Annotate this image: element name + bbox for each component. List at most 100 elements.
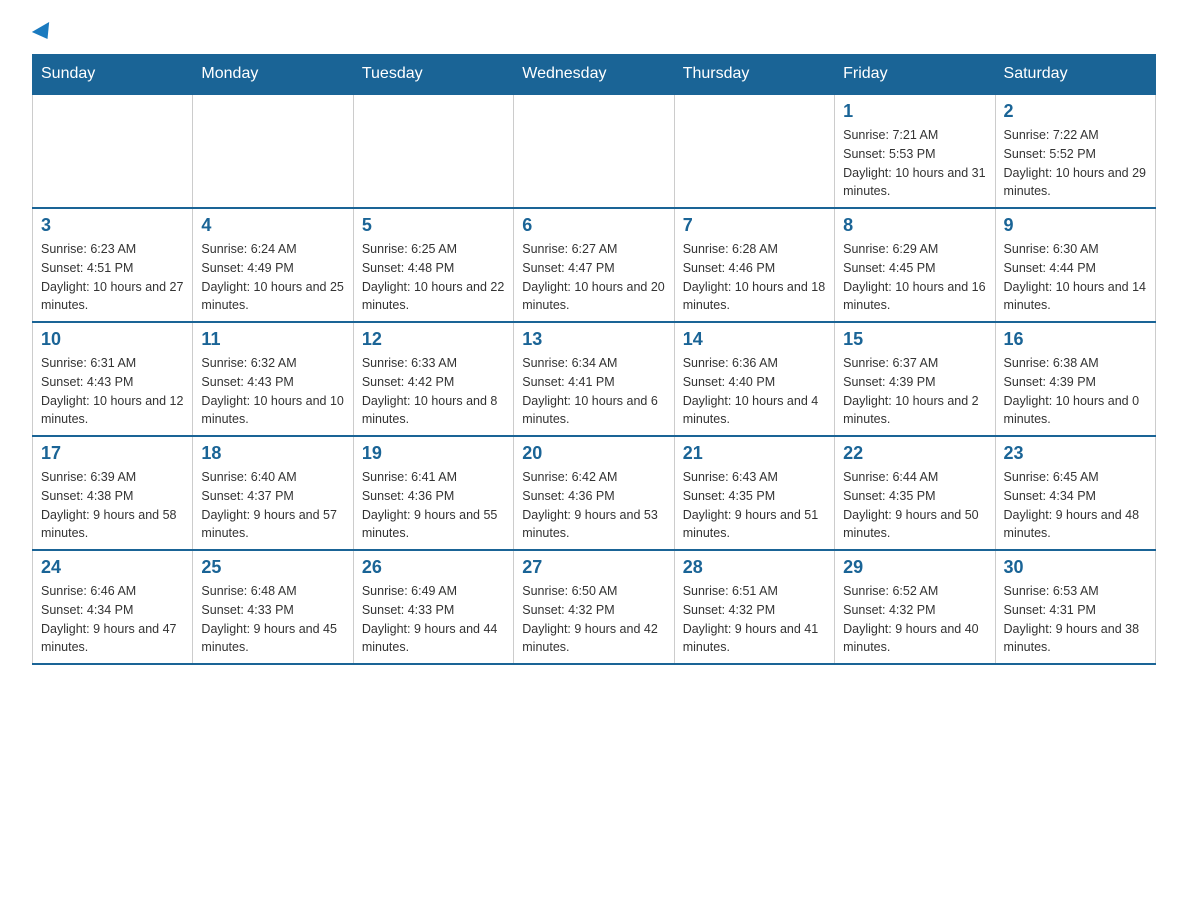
calendar-cell: 12 Sunrise: 6:33 AMSunset: 4:42 PMDayligh… xyxy=(353,322,513,436)
header-saturday: Saturday xyxy=(995,55,1155,95)
header-thursday: Thursday xyxy=(674,55,834,95)
day-info: Sunrise: 6:36 AMSunset: 4:40 PMDaylight:… xyxy=(683,354,826,429)
header-tuesday: Tuesday xyxy=(353,55,513,95)
day-number: 5 xyxy=(362,215,505,236)
day-info: Sunrise: 6:52 AMSunset: 4:32 PMDaylight:… xyxy=(843,582,986,657)
day-info: Sunrise: 7:22 AMSunset: 5:52 PMDaylight:… xyxy=(1004,126,1147,201)
calendar-cell: 14 Sunrise: 6:36 AMSunset: 4:40 PMDayligh… xyxy=(674,322,834,436)
day-info: Sunrise: 6:29 AMSunset: 4:45 PMDaylight:… xyxy=(843,240,986,315)
calendar-cell xyxy=(674,94,834,208)
page-header xyxy=(32,24,1156,36)
calendar-cell: 30 Sunrise: 6:53 AMSunset: 4:31 PMDayligh… xyxy=(995,550,1155,664)
day-number: 2 xyxy=(1004,101,1147,122)
calendar-cell: 10 Sunrise: 6:31 AMSunset: 4:43 PMDayligh… xyxy=(33,322,193,436)
day-number: 23 xyxy=(1004,443,1147,464)
day-info: Sunrise: 6:40 AMSunset: 4:37 PMDaylight:… xyxy=(201,468,344,543)
day-number: 9 xyxy=(1004,215,1147,236)
calendar-cell: 29 Sunrise: 6:52 AMSunset: 4:32 PMDayligh… xyxy=(835,550,995,664)
header-sunday: Sunday xyxy=(33,55,193,95)
header-friday: Friday xyxy=(835,55,995,95)
logo xyxy=(32,24,54,36)
calendar-cell: 23 Sunrise: 6:45 AMSunset: 4:34 PMDayligh… xyxy=(995,436,1155,550)
calendar-cell xyxy=(33,94,193,208)
calendar-cell: 3 Sunrise: 6:23 AMSunset: 4:51 PMDaylight… xyxy=(33,208,193,322)
day-number: 6 xyxy=(522,215,665,236)
day-info: Sunrise: 6:50 AMSunset: 4:32 PMDaylight:… xyxy=(522,582,665,657)
calendar-cell: 11 Sunrise: 6:32 AMSunset: 4:43 PMDayligh… xyxy=(193,322,353,436)
calendar-table: SundayMondayTuesdayWednesdayThursdayFrid… xyxy=(32,54,1156,665)
day-number: 19 xyxy=(362,443,505,464)
calendar-cell: 27 Sunrise: 6:50 AMSunset: 4:32 PMDayligh… xyxy=(514,550,674,664)
day-info: Sunrise: 6:41 AMSunset: 4:36 PMDaylight:… xyxy=(362,468,505,543)
day-info: Sunrise: 6:31 AMSunset: 4:43 PMDaylight:… xyxy=(41,354,184,429)
day-info: Sunrise: 6:24 AMSunset: 4:49 PMDaylight:… xyxy=(201,240,344,315)
day-number: 15 xyxy=(843,329,986,350)
day-info: Sunrise: 6:49 AMSunset: 4:33 PMDaylight:… xyxy=(362,582,505,657)
day-info: Sunrise: 6:37 AMSunset: 4:39 PMDaylight:… xyxy=(843,354,986,429)
calendar-cell: 28 Sunrise: 6:51 AMSunset: 4:32 PMDayligh… xyxy=(674,550,834,664)
day-info: Sunrise: 6:32 AMSunset: 4:43 PMDaylight:… xyxy=(201,354,344,429)
calendar-cell: 13Sunrise: 6:34 AMSunset: 4:41 PMDayligh… xyxy=(514,322,674,436)
day-info: Sunrise: 6:46 AMSunset: 4:34 PMDaylight:… xyxy=(41,582,184,657)
calendar-cell: 19 Sunrise: 6:41 AMSunset: 4:36 PMDayligh… xyxy=(353,436,513,550)
calendar-week-row: 1 Sunrise: 7:21 AMSunset: 5:53 PMDaylight… xyxy=(33,94,1156,208)
day-info: Sunrise: 6:28 AMSunset: 4:46 PMDaylight:… xyxy=(683,240,826,315)
day-info: Sunrise: 6:45 AMSunset: 4:34 PMDaylight:… xyxy=(1004,468,1147,543)
day-info: Sunrise: 6:53 AMSunset: 4:31 PMDaylight:… xyxy=(1004,582,1147,657)
day-number: 16 xyxy=(1004,329,1147,350)
calendar-cell: 15 Sunrise: 6:37 AMSunset: 4:39 PMDayligh… xyxy=(835,322,995,436)
calendar-cell: 21Sunrise: 6:43 AMSunset: 4:35 PMDayligh… xyxy=(674,436,834,550)
day-number: 25 xyxy=(201,557,344,578)
calendar-cell: 6 Sunrise: 6:27 AMSunset: 4:47 PMDaylight… xyxy=(514,208,674,322)
day-info: Sunrise: 6:38 AMSunset: 4:39 PMDaylight:… xyxy=(1004,354,1147,429)
day-number: 24 xyxy=(41,557,184,578)
day-number: 12 xyxy=(362,329,505,350)
calendar-cell xyxy=(353,94,513,208)
day-number: 10 xyxy=(41,329,184,350)
day-info: Sunrise: 6:51 AMSunset: 4:32 PMDaylight:… xyxy=(683,582,826,657)
calendar-week-row: 10 Sunrise: 6:31 AMSunset: 4:43 PMDayligh… xyxy=(33,322,1156,436)
day-info: Sunrise: 6:48 AMSunset: 4:33 PMDaylight:… xyxy=(201,582,344,657)
calendar-header-row: SundayMondayTuesdayWednesdayThursdayFrid… xyxy=(33,55,1156,95)
day-info: Sunrise: 6:39 AMSunset: 4:38 PMDaylight:… xyxy=(41,468,184,543)
calendar-cell: 5 Sunrise: 6:25 AMSunset: 4:48 PMDaylight… xyxy=(353,208,513,322)
calendar-cell: 9 Sunrise: 6:30 AMSunset: 4:44 PMDaylight… xyxy=(995,208,1155,322)
day-info: Sunrise: 6:43 AMSunset: 4:35 PMDaylight:… xyxy=(683,468,826,543)
calendar-week-row: 24 Sunrise: 6:46 AMSunset: 4:34 PMDayligh… xyxy=(33,550,1156,664)
day-number: 4 xyxy=(201,215,344,236)
day-info: Sunrise: 6:23 AMSunset: 4:51 PMDaylight:… xyxy=(41,240,184,315)
day-info: Sunrise: 6:44 AMSunset: 4:35 PMDaylight:… xyxy=(843,468,986,543)
calendar-cell: 26 Sunrise: 6:49 AMSunset: 4:33 PMDayligh… xyxy=(353,550,513,664)
calendar-cell: 20 Sunrise: 6:42 AMSunset: 4:36 PMDayligh… xyxy=(514,436,674,550)
day-number: 27 xyxy=(522,557,665,578)
day-info: Sunrise: 6:42 AMSunset: 4:36 PMDaylight:… xyxy=(522,468,665,543)
day-number: 14 xyxy=(683,329,826,350)
calendar-cell: 25 Sunrise: 6:48 AMSunset: 4:33 PMDayligh… xyxy=(193,550,353,664)
day-number: 20 xyxy=(522,443,665,464)
day-number: 11 xyxy=(201,329,344,350)
day-info: Sunrise: 6:27 AMSunset: 4:47 PMDaylight:… xyxy=(522,240,665,315)
header-monday: Monday xyxy=(193,55,353,95)
day-info: Sunrise: 6:34 AMSunset: 4:41 PMDaylight:… xyxy=(522,354,665,429)
day-number: 8 xyxy=(843,215,986,236)
day-info: Sunrise: 6:25 AMSunset: 4:48 PMDaylight:… xyxy=(362,240,505,315)
day-info: Sunrise: 7:21 AMSunset: 5:53 PMDaylight:… xyxy=(843,126,986,201)
header-wednesday: Wednesday xyxy=(514,55,674,95)
calendar-cell: 7Sunrise: 6:28 AMSunset: 4:46 PMDaylight… xyxy=(674,208,834,322)
day-number: 22 xyxy=(843,443,986,464)
day-number: 28 xyxy=(683,557,826,578)
calendar-cell: 18Sunrise: 6:40 AMSunset: 4:37 PMDayligh… xyxy=(193,436,353,550)
calendar-week-row: 17Sunrise: 6:39 AMSunset: 4:38 PMDayligh… xyxy=(33,436,1156,550)
day-number: 26 xyxy=(362,557,505,578)
day-number: 1 xyxy=(843,101,986,122)
calendar-cell: 22 Sunrise: 6:44 AMSunset: 4:35 PMDayligh… xyxy=(835,436,995,550)
day-info: Sunrise: 6:30 AMSunset: 4:44 PMDaylight:… xyxy=(1004,240,1147,315)
day-number: 3 xyxy=(41,215,184,236)
calendar-cell: 8 Sunrise: 6:29 AMSunset: 4:45 PMDaylight… xyxy=(835,208,995,322)
calendar-cell: 24 Sunrise: 6:46 AMSunset: 4:34 PMDayligh… xyxy=(33,550,193,664)
calendar-cell: 1 Sunrise: 7:21 AMSunset: 5:53 PMDaylight… xyxy=(835,94,995,208)
day-number: 30 xyxy=(1004,557,1147,578)
day-info: Sunrise: 6:33 AMSunset: 4:42 PMDaylight:… xyxy=(362,354,505,429)
calendar-cell: 4 Sunrise: 6:24 AMSunset: 4:49 PMDaylight… xyxy=(193,208,353,322)
day-number: 29 xyxy=(843,557,986,578)
